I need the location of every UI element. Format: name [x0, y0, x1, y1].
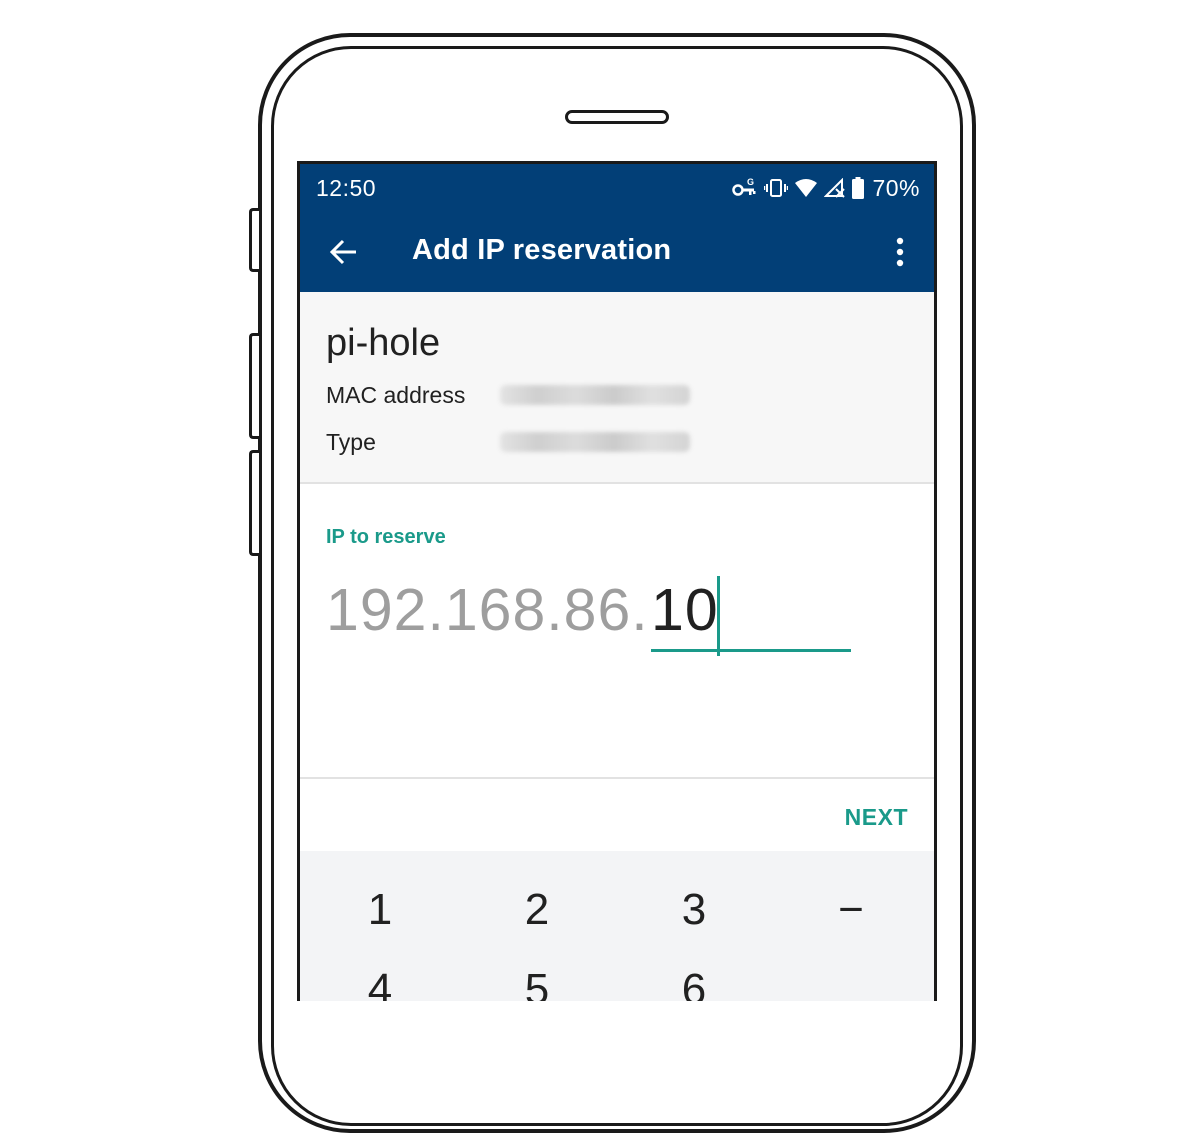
action-row: NEXT: [300, 779, 934, 851]
next-button[interactable]: NEXT: [845, 804, 908, 831]
type-label: Type: [326, 429, 376, 455]
no-signal-icon: [824, 178, 846, 198]
key-4[interactable]: 4: [325, 955, 435, 1001]
device-name: pi-hole: [326, 322, 441, 364]
side-button-middle: [249, 333, 259, 439]
key-6[interactable]: 6: [639, 955, 749, 1001]
phone-screen: 12:50 G 70% Add IP reservation pi-hole M…: [297, 161, 937, 1001]
ip-field-label: IP to reserve: [326, 526, 446, 548]
key-3[interactable]: 3: [639, 875, 749, 945]
device-info-card: pi-hole MAC address Type: [300, 292, 934, 482]
battery-icon: [852, 177, 865, 199]
ip-last-octet-value: 10: [651, 577, 719, 643]
app-bar: Add IP reservation: [300, 212, 934, 292]
key-minus[interactable]: −: [796, 875, 906, 945]
text-cursor: [717, 576, 720, 656]
key-5[interactable]: 5: [482, 955, 592, 1001]
wifi-icon: [794, 178, 818, 198]
battery-percent: 70%: [872, 174, 920, 201]
overflow-menu-button[interactable]: [892, 234, 908, 270]
numeric-keypad: 1 2 3 − 4 5 6: [300, 851, 934, 1001]
side-button-bottom: [249, 450, 259, 556]
svg-text:G: G: [747, 177, 754, 187]
ip-reserve-section: IP to reserve 192.168.86. 10: [300, 484, 934, 777]
status-time: 12:50: [316, 175, 377, 201]
side-button-top: [249, 208, 259, 272]
arrow-left-icon: [328, 239, 360, 272]
vpn-key-icon: G: [732, 176, 758, 200]
vibrate-icon: [764, 177, 789, 199]
mac-address-label: MAC address: [326, 382, 466, 408]
ip-last-octet-input[interactable]: 10: [651, 576, 851, 656]
more-vertical-icon: [892, 237, 908, 274]
key-2[interactable]: 2: [482, 875, 592, 945]
key-1[interactable]: 1: [325, 875, 435, 945]
status-icons: G 70%: [732, 174, 920, 202]
type-value-redacted: [500, 432, 690, 452]
page-title: Add IP reservation: [412, 234, 672, 266]
earpiece-speaker: [565, 110, 669, 124]
mac-address-value-redacted: [500, 385, 690, 405]
status-bar: 12:50 G 70%: [300, 164, 934, 212]
back-button[interactable]: [328, 236, 360, 268]
ip-prefix: 192.168.86.: [326, 577, 649, 643]
